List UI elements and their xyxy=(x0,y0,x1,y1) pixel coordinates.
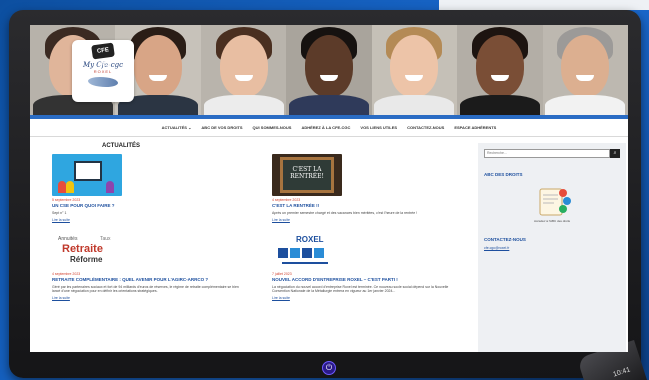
post-thumbnail[interactable]: Annuités Retraite Réforme Taux xyxy=(52,227,122,270)
abc-caption: Accédez à l'ABC des droits xyxy=(533,219,571,223)
read-more-link[interactable]: Lire la suite xyxy=(52,218,242,222)
nav-item-qui-sommes-nous[interactable]: QUI SOMMES-NOUS xyxy=(253,125,292,130)
post-excerpt: Sept n° 1 xyxy=(52,211,67,215)
hero-photo xyxy=(200,25,287,115)
svg-text:Réforme: Réforme xyxy=(70,255,103,264)
nav-item-abc[interactable]: ABC DE VOS DROITS xyxy=(201,125,242,130)
news-post: 5 septembre 2023 UN CSE POUR QUOI FAIRE … xyxy=(52,154,242,222)
post-date: 5 septembre 2023 xyxy=(52,198,81,202)
nav-item-adherez[interactable]: ADHÉREZ À LA CFE-CGC xyxy=(301,125,350,130)
sidebar: Recherche... ⌕ ABC DES DROITS Accédez à … xyxy=(478,143,626,352)
power-button[interactable]: ⏻ xyxy=(322,361,336,375)
post-date: 4 septembre 2023 xyxy=(272,198,301,202)
logo-badge: CFE CGC xyxy=(91,42,115,69)
post-thumbnail[interactable]: C'EST LA RENTRÉE! xyxy=(272,154,342,196)
read-more-link[interactable]: Lire la suite xyxy=(272,218,462,222)
post-title[interactable]: UN CSE POUR QUOI FAIRE ? xyxy=(52,203,242,209)
news-post: ROXEL 7 juillet 2023 NOUVEL ACCORD D'ENT… xyxy=(272,227,462,300)
contact-widget-title: CONTACTEZ-NOUS xyxy=(484,237,526,242)
nav-item-liens[interactable]: VOS LIENS UTILES xyxy=(360,125,397,130)
svg-text:Taux: Taux xyxy=(100,236,111,242)
thumb-text: C'EST LA RENTRÉE! xyxy=(280,157,334,193)
search-input[interactable]: Recherche... xyxy=(484,149,610,158)
post-excerpt: Après un premier semestre chargé et des … xyxy=(272,211,418,215)
post-excerpt: La négociation du nouvel accord d'entrep… xyxy=(272,284,449,294)
hero-photo xyxy=(371,25,458,115)
plane-icon xyxy=(88,77,118,87)
svg-text:Retraite: Retraite xyxy=(62,243,103,255)
post-title[interactable]: C'EST LA RENTRÉE !! xyxy=(272,203,462,209)
read-more-link[interactable]: Lire la suite xyxy=(52,296,242,300)
contact-email-link[interactable]: cfe.cgc@roxel.fr xyxy=(484,246,620,250)
nav-item-contact[interactable]: CONTACTEZ-NOUS xyxy=(407,125,444,130)
posts-grid: 5 septembre 2023 UN CSE POUR QUOI FAIRE … xyxy=(52,154,472,300)
background-panel xyxy=(439,0,649,10)
hero-photo xyxy=(542,25,628,115)
search-icon[interactable]: ⌕ xyxy=(610,149,620,158)
abc-widget-title: ABC DES DROITS xyxy=(484,172,523,177)
news-column: ACTUALITÉS 5 septembre 2023 UN CSE POUR … xyxy=(52,143,472,352)
website-screen: CFE CGC My Cfe-cgc ROXEL ACTUALITÉS ⌄ AB… xyxy=(30,25,628,352)
hero-photo xyxy=(457,25,543,115)
svg-text:Annuités: Annuités xyxy=(58,236,78,242)
post-date: 7 juillet 2023 xyxy=(272,271,292,276)
post-thumbnail[interactable]: ROXEL xyxy=(272,227,342,270)
nav-item-espace[interactable]: ESPACE ADHÉRENTS xyxy=(454,125,496,130)
search-form: Recherche... ⌕ xyxy=(484,149,620,158)
main-nav: ACTUALITÉS ⌄ ABC DE VOS DROITS QUI SOMME… xyxy=(30,119,628,137)
roxel-logo-graphic: ROXEL xyxy=(278,235,328,264)
post-excerpt: Géré par les partenaires sociaux et fort… xyxy=(52,284,239,294)
section-title: ACTUALITÉS xyxy=(102,143,140,149)
post-title[interactable]: NOUVEL ACCORD D'ENTREPRISE ROXEL – C'EST… xyxy=(272,277,462,283)
nav-item-actualites[interactable]: ACTUALITÉS ⌄ xyxy=(162,125,192,130)
news-post: Annuités Retraite Réforme Taux 4 septemb… xyxy=(52,227,242,300)
content-area: ACTUALITÉS 5 septembre 2023 UN CSE POUR … xyxy=(30,137,628,352)
svg-text:ROXEL: ROXEL xyxy=(296,235,324,244)
hero-photo xyxy=(286,25,372,115)
abc-document-icon[interactable] xyxy=(532,185,572,217)
site-logo[interactable]: CFE CGC My Cfe-cgc ROXEL xyxy=(72,40,134,102)
hero-banner: CFE CGC My Cfe-cgc ROXEL xyxy=(30,25,628,115)
post-thumbnail[interactable] xyxy=(52,154,122,196)
news-post: C'EST LA RENTRÉE! 4 septembre 2023 C'EST… xyxy=(272,154,462,222)
post-date: 4 septembre 2023 xyxy=(52,271,81,276)
word-cloud-graphic: Annuités Retraite Réforme Taux xyxy=(58,236,111,264)
post-title[interactable]: RETRAITE COMPLÉMENTAIRE : QUEL AVENIR PO… xyxy=(52,277,242,283)
read-more-link[interactable]: Lire la suite xyxy=(272,296,462,300)
